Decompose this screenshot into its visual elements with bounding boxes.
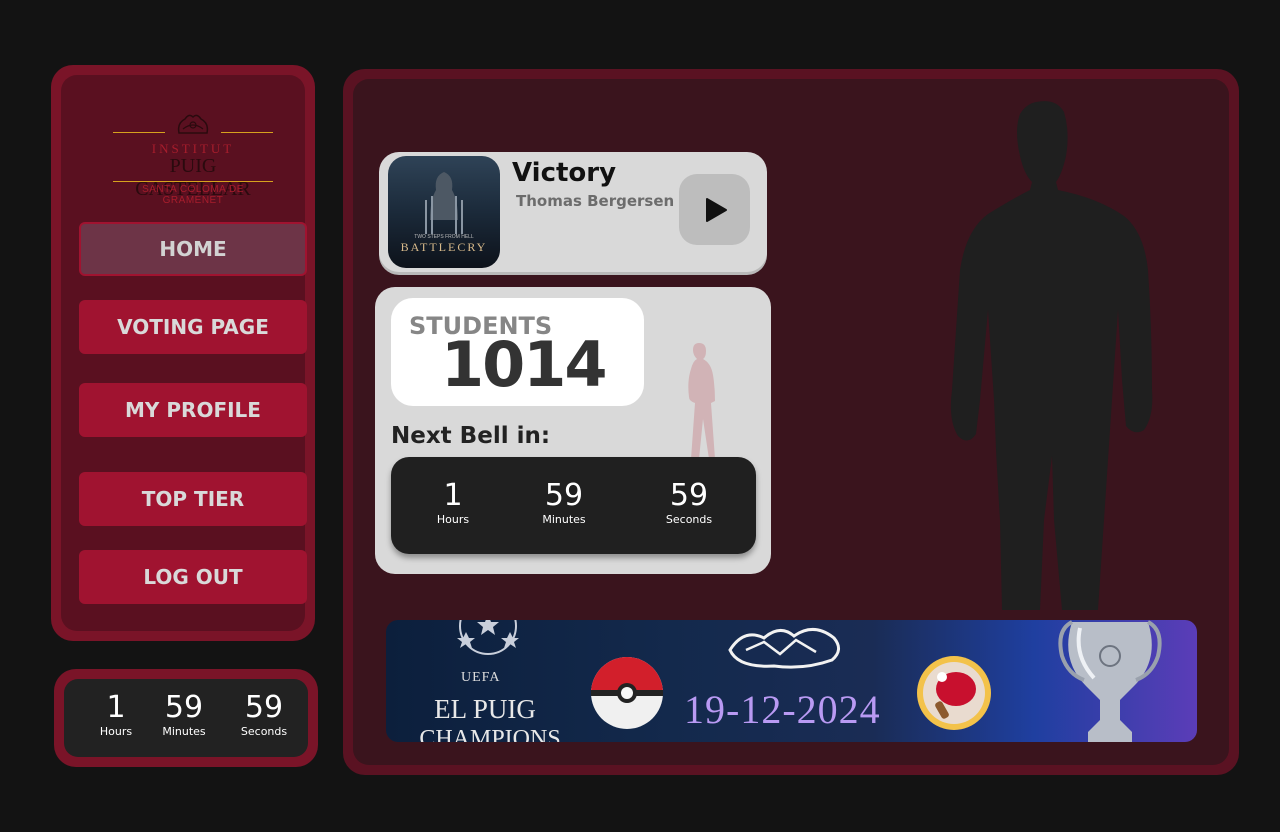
bell-seconds-label: Seconds bbox=[665, 513, 713, 526]
bell-minutes-label: Minutes bbox=[542, 513, 586, 526]
logo-city: SANTA COLOMA DE GRAMENET bbox=[142, 184, 244, 206]
ping-pong-paddle-icon bbox=[917, 656, 991, 730]
woman-silhouette bbox=[688, 343, 715, 459]
pokeball-icon bbox=[591, 657, 663, 729]
album-cover-title: BATTLECRY bbox=[400, 240, 488, 254]
mini-seconds-value: 59 bbox=[244, 690, 284, 725]
bell-hours-value: 1 bbox=[443, 478, 463, 513]
bell-timer-seconds: 59 Seconds bbox=[659, 479, 719, 527]
banner-subtitle: CHAMPIONS bbox=[419, 726, 561, 742]
album-cover: TWO STEPS FROM HELL BATTLECRY bbox=[388, 156, 500, 268]
sidebar-inner: INSTITUT PUIG CASTELLAR SANTA COLOMA DE … bbox=[61, 75, 307, 631]
mini-seconds-label: Seconds bbox=[240, 725, 288, 738]
song-artist: Thomas Bergersen bbox=[516, 192, 675, 210]
song-title: Victory bbox=[512, 158, 617, 188]
bell-minutes-value: 59 bbox=[544, 478, 584, 513]
school-logo: INSTITUT PUIG CASTELLAR SANTA COLOMA DE … bbox=[113, 111, 273, 206]
music-player-card: TWO STEPS FROM HELL BATTLECRY Victory Th… bbox=[379, 152, 767, 272]
mini-timer-inner: 1 Hours 59 Minutes 59 Seconds bbox=[64, 679, 308, 757]
trophy-icon bbox=[1058, 620, 1162, 742]
bell-timer: 1 Hours 59 Minutes 59 Seconds bbox=[391, 457, 756, 554]
play-button[interactable] bbox=[679, 174, 750, 245]
scribble-logo-icon bbox=[728, 628, 840, 669]
school-stats-card: STUDENTS 1014 Next Bell in: 1 Hours 59 M… bbox=[375, 287, 771, 574]
mini-timer-minutes: 59 Minutes bbox=[154, 691, 214, 739]
nav-voting-page-button[interactable]: VOTING PAGE bbox=[79, 300, 307, 354]
mini-timer-seconds: 59 Seconds bbox=[234, 691, 294, 739]
bell-seconds-value: 59 bbox=[669, 478, 709, 513]
mini-hours-value: 1 bbox=[106, 690, 126, 725]
play-icon bbox=[705, 197, 727, 222]
mini-hours-label: Hours bbox=[99, 725, 133, 738]
album-figure-icon bbox=[425, 172, 463, 234]
mini-minutes-value: 59 bbox=[164, 690, 204, 725]
next-bell-label: Next Bell in: bbox=[391, 423, 551, 449]
nav-my-profile-button[interactable]: MY PROFILE bbox=[79, 383, 307, 437]
mini-timer-hours: 1 Hours bbox=[94, 691, 138, 739]
students-box: STUDENTS 1014 bbox=[391, 298, 644, 406]
man-silhouette bbox=[950, 101, 1153, 610]
mini-minutes-label: Minutes bbox=[162, 725, 206, 738]
bell-hours-label: Hours bbox=[436, 513, 470, 526]
bell-timer-minutes: 59 Minutes bbox=[534, 479, 594, 527]
banner-uefa-text: UEFA bbox=[461, 670, 501, 685]
banner-title: EL PUIG bbox=[434, 694, 536, 724]
bell-timer-hours: 1 Hours bbox=[431, 479, 475, 527]
nav-log-out-button[interactable]: LOG OUT bbox=[79, 550, 307, 604]
students-count: 1014 bbox=[441, 328, 608, 401]
sidebar: INSTITUT PUIG CASTELLAR SANTA COLOMA DE … bbox=[51, 65, 315, 641]
starball-icon bbox=[457, 620, 519, 655]
nav-home-button[interactable]: HOME bbox=[79, 222, 307, 276]
mini-timer: 1 Hours 59 Minutes 59 Seconds bbox=[54, 669, 318, 767]
school-crest-icon bbox=[177, 114, 209, 134]
champions-banner[interactable]: UEFA EL PUIG CHAMPIONS 19-12-2024 bbox=[386, 620, 1197, 742]
banner-date: 19-12-2024 bbox=[684, 687, 881, 732]
nav-top-tier-button[interactable]: TOP TIER bbox=[79, 472, 307, 526]
